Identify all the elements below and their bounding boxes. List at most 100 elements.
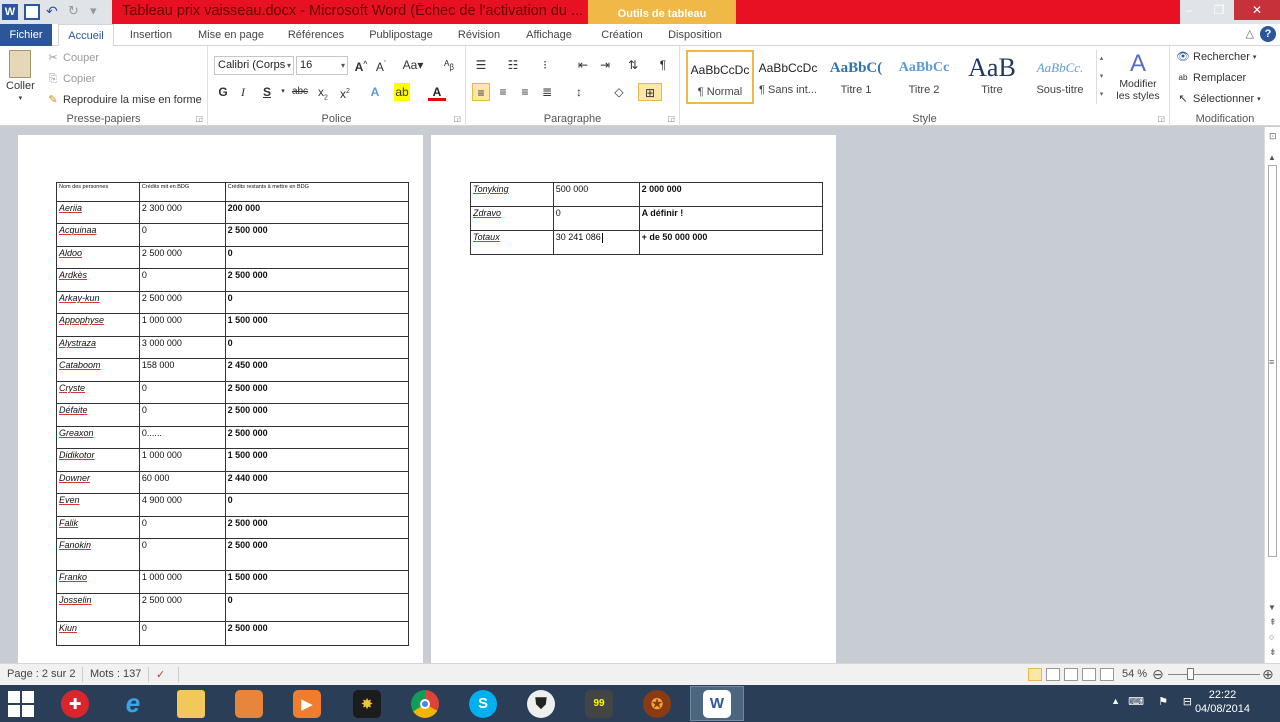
name-cell[interactable]: Défaite: [56, 403, 140, 427]
credits-remaining-cell[interactable]: 0: [224, 493, 410, 517]
table-row[interactable]: Didikotor 1 000 000 1 500 000: [56, 448, 410, 472]
taskbar-app-9[interactable]: ⛊: [514, 686, 568, 721]
text-effects-icon[interactable]: A: [366, 83, 384, 101]
header-name[interactable]: Nom des personnes: [56, 182, 140, 202]
start-button[interactable]: [8, 691, 34, 717]
tab-page-layout[interactable]: Mise en page: [192, 24, 270, 46]
credits-table-continued[interactable]: Tonyking 500 000 2 000 000 Zdravo 0 A définir…: [470, 182, 824, 255]
credits-given-cell[interactable]: 0: [138, 223, 226, 247]
table-row[interactable]: Tonyking 500 000 2 000 000: [470, 182, 824, 207]
zoom-in-icon[interactable]: ⊕: [1262, 666, 1274, 683]
credits-given-cell[interactable]: 0: [138, 381, 226, 404]
show-hidden-icons[interactable]: ▲: [1111, 696, 1120, 706]
next-page-icon[interactable]: ⇟: [1269, 647, 1277, 658]
style-heading-2[interactable]: AaBbCc Titre 2: [890, 50, 958, 104]
outline-view-icon[interactable]: [1082, 668, 1096, 681]
credits-given-cell[interactable]: 0: [138, 403, 226, 427]
credits-given-cell[interactable]: 2 500 000: [138, 593, 226, 622]
credits-remaining-cell[interactable]: 2 500 000: [224, 516, 410, 539]
header-credits-remaining[interactable]: Crédits restants à mettre en BDG: [224, 182, 410, 202]
change-case-button[interactable]: Aa▾: [400, 56, 426, 74]
credits-remaining-cell[interactable]: 2 000 000: [638, 182, 824, 207]
name-cell[interactable]: Totaux: [470, 230, 554, 255]
table-row[interactable]: Arkay-kun 2 500 000 0: [56, 291, 410, 314]
collapse-ribbon-icon[interactable]: △: [1246, 27, 1254, 40]
style-heading-1[interactable]: AaBbC( Titre 1: [822, 50, 890, 104]
minimize-button[interactable]: –: [1174, 0, 1204, 20]
change-styles-button[interactable]: A Modifier les styles: [1112, 50, 1164, 102]
name-cell[interactable]: Aeriia: [56, 201, 140, 224]
name-cell[interactable]: Even: [56, 493, 140, 517]
credits-given-cell[interactable]: 1 000 000: [138, 448, 226, 472]
credits-given-cell[interactable]: 0: [552, 206, 640, 231]
table-row[interactable]: Zdravo 0 A définir !: [470, 206, 824, 231]
credits-remaining-cell[interactable]: 1 500 000: [224, 313, 410, 337]
credits-remaining-cell[interactable]: 2 500 000: [224, 403, 410, 427]
close-button[interactable]: ✕: [1234, 0, 1280, 20]
align-left-icon[interactable]: ≡: [472, 83, 490, 101]
vertical-scrollbar[interactable]: ⊡ ▲ ≡ ▼ ⇞ ○ ⇟: [1264, 127, 1280, 663]
grow-font-icon[interactable]: A^: [352, 56, 370, 74]
taskbar-internet-explorer[interactable]: e: [106, 686, 160, 721]
italic-button[interactable]: I: [234, 83, 252, 101]
scroll-up-icon[interactable]: ▲: [1268, 153, 1276, 162]
header-credits-given[interactable]: Crédits mit en BDG: [138, 182, 226, 202]
superscript-button[interactable]: x2: [336, 83, 354, 101]
table-row[interactable]: Fanokin 0 2 500 000: [56, 538, 410, 571]
select-button[interactable]: ↖ Sélectionner ▾: [1176, 92, 1260, 106]
credits-remaining-cell[interactable]: 0: [224, 593, 410, 622]
credits-given-cell[interactable]: 0: [138, 268, 226, 292]
table-row[interactable]: Aldoo 2 500 000 0: [56, 246, 410, 269]
credits-remaining-cell[interactable]: 1 500 000: [224, 570, 410, 594]
table-row[interactable]: Alystraza 3 000 000 0: [56, 336, 410, 359]
credits-given-cell[interactable]: 2 300 000: [138, 201, 226, 224]
table-row[interactable]: Défaite 0 2 500 000: [56, 403, 410, 427]
credits-remaining-cell[interactable]: 0: [224, 336, 410, 359]
align-center-icon[interactable]: ≡: [494, 83, 512, 101]
credits-given-cell[interactable]: 158 000: [138, 358, 226, 382]
table-row[interactable]: Aeriia 2 300 000 200 000: [56, 201, 410, 224]
credits-given-cell[interactable]: 0: [138, 621, 226, 646]
dialog-launcher-icon[interactable]: ◲: [667, 114, 675, 123]
credits-remaining-cell[interactable]: 2 450 000: [224, 358, 410, 382]
web-layout-icon[interactable]: [1064, 668, 1078, 681]
shrink-font-icon[interactable]: Aˇ: [372, 56, 390, 74]
table-row[interactable]: Josselin 2 500 000 0: [56, 593, 410, 622]
highlight-icon[interactable]: ab: [394, 83, 410, 101]
name-cell[interactable]: Appophyse: [56, 313, 140, 337]
name-cell[interactable]: Alystraza: [56, 336, 140, 359]
name-cell[interactable]: Downer: [56, 471, 140, 494]
font-color-icon[interactable]: A: [428, 83, 446, 101]
table-row[interactable]: Greaxon 0...... 2 500 000: [56, 426, 410, 449]
ruler-toggle-icon[interactable]: ⊡: [1269, 131, 1277, 142]
table-row[interactable]: Totaux 30 241 086 + de 50 000 000: [470, 230, 824, 255]
credits-remaining-cell[interactable]: 0: [224, 291, 410, 314]
tab-layout[interactable]: Disposition: [662, 24, 728, 46]
line-spacing-icon[interactable]: ↕: [570, 83, 588, 101]
scroll-down-icon[interactable]: ▼: [1268, 603, 1276, 612]
full-screen-reading-icon[interactable]: [1046, 668, 1060, 681]
taskbar-word[interactable]: W: [690, 686, 744, 721]
zoom-out-icon[interactable]: ⊖: [1152, 666, 1164, 683]
credits-given-cell[interactable]: 1 000 000: [138, 570, 226, 594]
tab-home[interactable]: Accueil: [58, 24, 114, 47]
taskbar-media-player[interactable]: ▶: [280, 686, 334, 721]
style-normal[interactable]: AaBbCcDc ¶ Normal: [686, 50, 754, 104]
dialog-launcher-icon[interactable]: ◲: [453, 114, 461, 123]
tab-references[interactable]: Références: [280, 24, 352, 46]
subscript-button[interactable]: x2: [314, 83, 332, 101]
table-header-row[interactable]: Nom des personnes Crédits mit en BDG Crédi…: [56, 182, 410, 202]
credits-remaining-cell[interactable]: 1 500 000: [224, 448, 410, 472]
style-title[interactable]: AaB Titre: [958, 50, 1026, 104]
shading-icon[interactable]: ◇: [610, 83, 628, 101]
taskbar-chrome[interactable]: [398, 686, 452, 721]
name-cell[interactable]: Cataboom: [56, 358, 140, 382]
name-cell[interactable]: Acquinaa: [56, 223, 140, 247]
copy-button[interactable]: ⎘ Copier: [46, 72, 96, 86]
print-layout-view-icon[interactable]: [1028, 668, 1042, 681]
dialog-launcher-icon[interactable]: ◲: [195, 114, 203, 123]
zoom-level[interactable]: 54 %: [1122, 668, 1147, 680]
credits-remaining-cell[interactable]: 2 500 000: [224, 268, 410, 292]
style-gallery-scroll[interactable]: ▴ ▾ ▾: [1096, 50, 1106, 104]
network-icon[interactable]: ⊟: [1183, 695, 1192, 708]
